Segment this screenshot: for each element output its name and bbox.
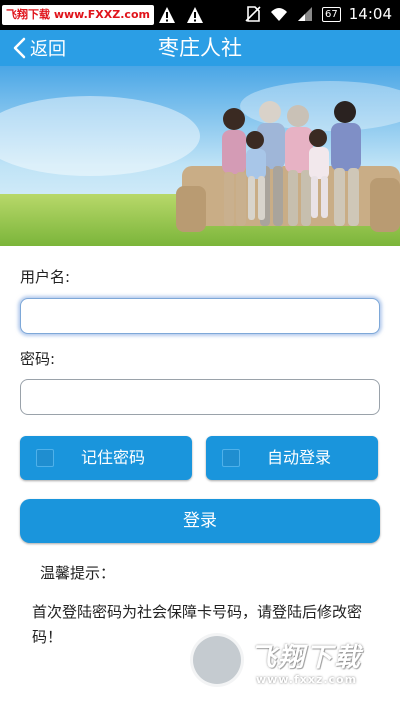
status-bar: 飞翔下载 www.FXXZ.com 67 14:04 — [0, 0, 400, 30]
app-header: 返回 枣庄人社 — [0, 30, 400, 66]
signal-icon — [298, 7, 313, 21]
remember-password-label: 记住密码 — [80, 448, 145, 467]
warning-icon — [187, 7, 203, 23]
username-label: 用户名: — [20, 268, 71, 286]
login-button[interactable]: 登录 — [20, 499, 380, 543]
watermark-top: 飞翔下载 www.FXXZ.com — [2, 5, 154, 25]
back-button[interactable]: 返回 — [12, 34, 66, 62]
auto-login-label: 自动登录 — [266, 448, 331, 467]
username-input[interactable] — [21, 299, 379, 333]
warning-icon — [159, 7, 175, 23]
chevron-left-icon — [13, 37, 26, 59]
battery-icon: 67 — [322, 6, 341, 22]
notification-icons — [158, 6, 204, 24]
site-watermark: 飞翔下载 www.fxxz.com — [190, 633, 390, 693]
back-label: 返回 — [30, 39, 66, 60]
tip-title: 温馨提示： — [40, 564, 116, 582]
password-label: 密码: — [20, 350, 56, 368]
sim-off-icon — [245, 6, 261, 22]
password-input[interactable] — [21, 380, 379, 414]
password-field[interactable] — [20, 379, 380, 415]
watermark-brand: 飞翔下载 — [250, 643, 363, 673]
banner-image — [0, 66, 400, 246]
status-right: 67 14:04 — [244, 5, 392, 23]
watermark-logo-icon — [190, 633, 244, 687]
username-field[interactable] — [20, 298, 380, 334]
remember-password-toggle[interactable]: 记住密码 — [20, 436, 192, 480]
watermark-url: www.fxxz.com — [256, 673, 358, 686]
clock: 14:04 — [348, 5, 392, 23]
auto-login-toggle[interactable]: 自动登录 — [206, 436, 378, 480]
wifi-icon — [271, 8, 288, 21]
